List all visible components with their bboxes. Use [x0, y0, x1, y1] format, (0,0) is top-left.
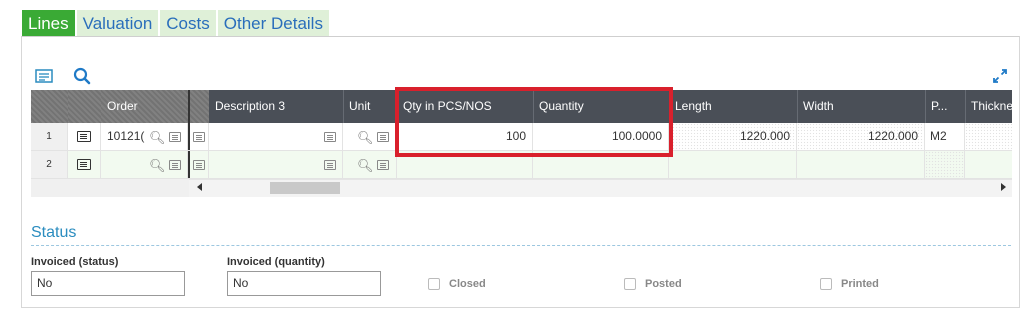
- list-icon: [77, 159, 91, 171]
- tab-bar: Lines Valuation Costs Other Details: [22, 10, 329, 36]
- col-header-length[interactable]: Length: [669, 90, 797, 123]
- invoiced-quantity-field[interactable]: No: [227, 271, 381, 296]
- posted-label: Posted: [645, 278, 682, 290]
- lines-panel: Order Description 3 Unit Qty in PCS/NOS …: [21, 36, 1020, 308]
- thickness-cell[interactable]: [965, 151, 1012, 178]
- unit-cell[interactable]: 🔍︎: [343, 151, 397, 178]
- list-view-icon[interactable]: [35, 69, 53, 83]
- header-rownum: [31, 90, 68, 123]
- col-header-order[interactable]: Order: [101, 90, 188, 123]
- row-number: 2: [31, 151, 68, 178]
- search-icon[interactable]: 🔍︎: [149, 152, 166, 178]
- description3-cell[interactable]: [209, 151, 343, 178]
- printed-checkbox[interactable]: Printed: [820, 278, 879, 290]
- tab-other-details[interactable]: Other Details: [217, 10, 329, 36]
- p-cell[interactable]: M2: [925, 123, 965, 150]
- tab-lines[interactable]: Lines: [22, 10, 75, 36]
- order-cell[interactable]: 10121( 🔍︎: [101, 123, 188, 150]
- posted-checkbox[interactable]: Posted: [624, 278, 682, 290]
- expand-icon[interactable]: [991, 67, 1009, 85]
- list-icon: [77, 131, 91, 143]
- detail-icon[interactable]: [377, 151, 389, 178]
- status-divider: [31, 245, 1011, 246]
- scroll-right-icon[interactable]: [1001, 183, 1006, 191]
- invoiced-status-label: Invoiced (status): [31, 256, 119, 268]
- search-icon[interactable]: 🔍︎: [149, 124, 166, 150]
- width-cell[interactable]: 1220.000: [797, 123, 925, 150]
- detail-icon: [193, 131, 205, 142]
- scroll-left-icon[interactable]: [197, 183, 202, 191]
- checkbox-box[interactable]: [820, 278, 832, 290]
- detail-icon[interactable]: [169, 123, 181, 150]
- order-value: 10121(: [107, 129, 145, 143]
- detail-icon-cell[interactable]: [188, 151, 209, 178]
- length-cell[interactable]: [669, 151, 797, 178]
- col-header-p[interactable]: P...: [925, 90, 965, 123]
- header-select: [68, 90, 101, 123]
- horizontal-scrollbar[interactable]: [31, 179, 1012, 197]
- length-cell[interactable]: 1220.000: [669, 123, 797, 150]
- frozen-separator: [188, 90, 190, 123]
- col-header-unit[interactable]: Unit: [343, 90, 397, 123]
- tab-valuation[interactable]: Valuation: [76, 10, 159, 36]
- description3-cell[interactable]: [209, 123, 343, 150]
- col-header-description3[interactable]: Description 3: [209, 90, 343, 123]
- width-cell[interactable]: [797, 151, 925, 178]
- scrollbar-thumb[interactable]: [270, 182, 340, 194]
- detail-icon[interactable]: [324, 151, 336, 178]
- closed-checkbox[interactable]: Closed: [428, 278, 486, 290]
- checkbox-box[interactable]: [428, 278, 440, 290]
- detail-icon[interactable]: [169, 151, 181, 178]
- scrollbar-frozen-area: [31, 179, 189, 197]
- search-icon[interactable]: 🔍︎: [357, 124, 374, 150]
- row-detail-button[interactable]: [68, 123, 101, 150]
- thickness-cell[interactable]: [965, 123, 1012, 150]
- header-spacer: [188, 90, 209, 123]
- checkbox-box[interactable]: [624, 278, 636, 290]
- tab-costs[interactable]: Costs: [160, 10, 216, 36]
- invoiced-status-field[interactable]: No: [31, 271, 185, 296]
- status-section-title: Status: [31, 224, 77, 241]
- search-icon[interactable]: [72, 66, 92, 86]
- col-header-width[interactable]: Width: [797, 90, 925, 123]
- col-header-thickness[interactable]: Thicknes: [965, 90, 1012, 123]
- p-cell[interactable]: [925, 151, 965, 178]
- row-detail-button[interactable]: [68, 151, 101, 178]
- invoiced-quantity-label: Invoiced (quantity): [227, 256, 325, 268]
- unit-cell[interactable]: 🔍︎: [343, 123, 397, 150]
- detail-icon[interactable]: [377, 123, 389, 150]
- printed-label: Printed: [841, 278, 879, 290]
- detail-icon: [193, 159, 205, 170]
- detail-icon-cell[interactable]: [188, 123, 209, 150]
- order-cell[interactable]: 🔍︎: [101, 151, 188, 178]
- detail-icon[interactable]: [324, 123, 336, 150]
- closed-label: Closed: [449, 278, 486, 290]
- row-number: 1: [31, 123, 68, 150]
- search-icon[interactable]: 🔍︎: [357, 152, 374, 178]
- highlight-box: [395, 87, 673, 157]
